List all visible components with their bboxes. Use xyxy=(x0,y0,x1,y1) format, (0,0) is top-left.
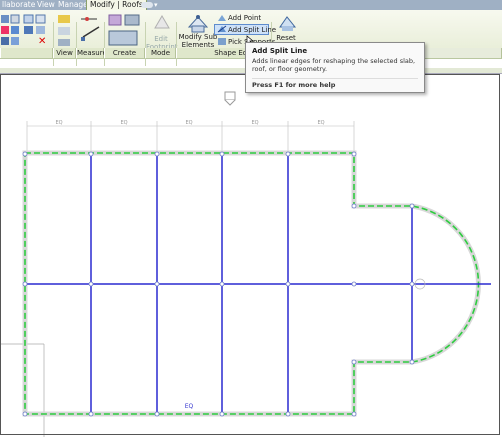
align-icon xyxy=(1,15,9,23)
offset-icon xyxy=(10,14,20,24)
add-split-line-icon[interactable] xyxy=(217,25,227,34)
panel-label-measure: Measure xyxy=(76,48,107,58)
modify-sub-elements-icon[interactable] xyxy=(186,13,210,35)
move-icon xyxy=(11,26,19,34)
tooltip-help: Press F1 for more help xyxy=(252,78,418,89)
trim-icon xyxy=(23,14,34,24)
delete-icon: ✕ xyxy=(38,36,46,47)
modify-sub-elements-label[interactable]: Modify Sub Elements xyxy=(177,33,219,49)
tab-modify-roofs[interactable]: Modify | Roofs xyxy=(86,0,147,10)
panel-label-modify xyxy=(0,48,53,58)
scale-icon xyxy=(36,26,45,34)
tab-collaborate[interactable]: llaborate xyxy=(2,0,35,10)
copy-icon xyxy=(1,37,9,45)
rotate-icon xyxy=(11,37,19,45)
split-lines xyxy=(25,154,491,414)
linework-icon xyxy=(58,39,70,46)
reset-shape-icon[interactable] xyxy=(277,13,297,33)
elevation-marker-icon xyxy=(224,91,236,106)
add-split-line-label[interactable]: Add Split Line xyxy=(228,26,276,34)
tooltip-description: Adds linear edges for reshaping the sele… xyxy=(252,57,416,73)
dropdown-arrow-icon[interactable]: ▾ xyxy=(154,1,158,9)
dim-label-5: EQ xyxy=(317,120,324,126)
drawing-canvas[interactable]: EQ EQ EQ EQ EQ EQ xyxy=(0,74,502,437)
dim-label-3: EQ xyxy=(185,120,192,126)
edit-footprint-icon[interactable] xyxy=(152,13,172,33)
tab-manage[interactable]: Manage xyxy=(58,0,88,10)
tooltip: Add Split Line Adds linear edges for res… xyxy=(245,42,425,93)
override-icon xyxy=(58,27,70,35)
hide-icon xyxy=(58,15,70,23)
dimension-icon xyxy=(82,26,100,38)
create-tools-icon-group[interactable] xyxy=(106,13,144,49)
bottom-dim-label: EQ xyxy=(185,403,194,410)
camera-icon[interactable] xyxy=(141,2,153,8)
panel-label-view: View xyxy=(53,48,76,58)
tab-view[interactable]: View xyxy=(37,0,55,10)
dim-label-4: EQ xyxy=(251,120,258,126)
mirror-icon xyxy=(1,26,9,34)
panel-label-mode: Mode xyxy=(145,48,176,58)
measure-tools-icon-group[interactable] xyxy=(79,13,104,49)
create-group-icon xyxy=(124,14,140,26)
view-tools-icon-group[interactable] xyxy=(56,13,76,49)
pick-supports-icon[interactable] xyxy=(217,37,227,46)
array-icon xyxy=(35,14,46,24)
dim-label-2: EQ xyxy=(120,120,127,126)
panel-label-create: Create xyxy=(104,48,145,58)
tooltip-title: Add Split Line xyxy=(252,47,308,55)
create-parts-icon xyxy=(108,30,138,46)
add-point-label[interactable]: Add Point xyxy=(228,14,261,22)
split-icon xyxy=(24,26,33,34)
add-point-icon[interactable] xyxy=(217,13,227,23)
modify-tools-icon-group[interactable]: ✕ xyxy=(0,13,52,49)
dim-label-1: EQ xyxy=(55,120,62,126)
create-similar-icon xyxy=(108,14,122,26)
